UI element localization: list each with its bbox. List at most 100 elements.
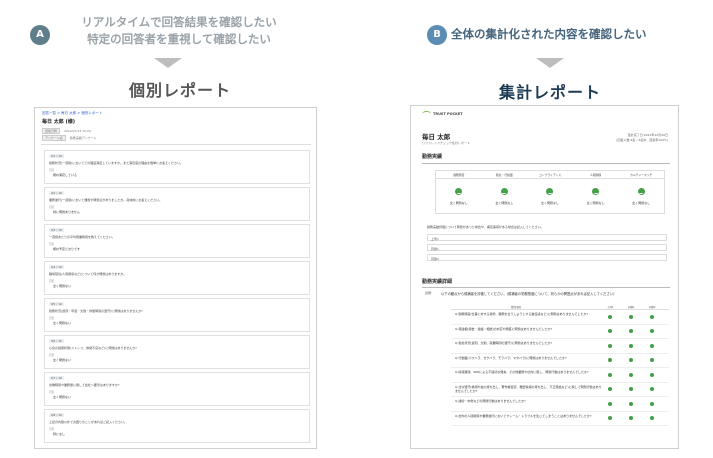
answer-text: 全く問題ない: [53, 321, 72, 325]
answer-label: 回答: [49, 428, 55, 431]
detail-question-text: Q.情報漏洩、SNSによる不適切な発言、その他業務や社内に関し、問題行動はありま…: [455, 370, 589, 374]
summary-value: 全く問題なし: [449, 201, 468, 205]
arrow-down-icon: [154, 58, 182, 68]
summary-value: 全く問題なし: [540, 201, 559, 205]
respondent-name: 毎日 太郎 (様): [42, 119, 76, 125]
question-card: Q5 / 10 勤務状況(遅刻・早退・欠勤・休憩時間の遵守)に問題はありませんか?…: [44, 298, 310, 332]
summary-header-cell: 人間関係: [589, 173, 602, 177]
question-number: Q6 / 10: [49, 339, 65, 343]
survey-name-tag: アンケート名: [42, 135, 66, 141]
ok-dot-icon: [629, 401, 633, 406]
respondent-label: 同僚1: [431, 246, 439, 251]
ok-dot-icon: [650, 358, 654, 362]
ok-dot-icon: [629, 329, 633, 333]
detail-row: Q.行動面(パワハラ、セクハラ、モラハラ、マタハラ)に問題はありませんでしたか?: [451, 354, 669, 368]
summary-value: 全く問題なし: [632, 201, 651, 205]
question-card: Q4 / 10 職場環境(人間関係など)について何か問題はありますか。 回答 全く問題…: [44, 261, 310, 295]
headline-a: リアルタイムで回答結果を確認したい 特定の回答者を重視して確認したい: [54, 14, 304, 48]
respondent-label: 同僚2: [431, 256, 439, 261]
divider: [422, 163, 670, 164]
ok-dot-icon: [629, 372, 633, 377]
detail-question-text: Q.報連相(報告・連絡・相談)の対応や頻度に問題はありませんでしたか?: [455, 326, 553, 331]
ok-dot-icon: [608, 358, 612, 362]
free-text-answer-box: 同僚2: [427, 254, 667, 261]
candidate-name: 毎日 太郎: [422, 133, 451, 141]
detail-question-text: Q.法令遵守(横領や金の持ち出し、著作権侵害、機密情報の持ち出し、不正受給など)…: [455, 384, 602, 393]
respondent-label: 上司1: [431, 236, 439, 241]
headline-b: 全体の集計化された内容を確認したい: [451, 27, 647, 41]
answer-label: 回答: [49, 391, 55, 394]
ok-dot-icon: [608, 372, 612, 377]
arrow-down-icon: [536, 58, 564, 68]
aggregate-report-panel: TRUST POCKET 毎日 太郎 リファレンスチェック集計レポート 集計完了…: [410, 105, 679, 449]
question-text: 労働時間や業務量に関して会社へ要望はありますか?: [49, 383, 120, 387]
answer-text: 概ね予定どおりです: [53, 247, 81, 251]
detail-table: 質問項目 上司1 同僚1 同僚2 Q.勤務態度(仕事に対する姿勢、職務を全うしよ…: [451, 303, 669, 426]
ok-dot-icon: [608, 314, 612, 319]
summary-header: 勤務態度 勤怠・行動面 コンプライアンス 人間関係 カルチャーマッチ: [436, 171, 664, 179]
question-number: Q4 / 10: [49, 265, 65, 269]
answer-text: 概ね満足している: [53, 173, 77, 177]
report-subtitle: リファレンスチェック集計レポート: [422, 141, 470, 145]
answer-label: 回答: [49, 317, 55, 320]
detail-table-header: 質問項目 上司1 同僚1 同僚2: [451, 303, 669, 310]
smile-icon: [500, 188, 508, 195]
answer-text: 全く問題ない: [53, 284, 72, 288]
summary-value: 全く問題なし: [586, 201, 605, 205]
col-colleague1: 同僚1: [628, 305, 635, 309]
individual-report-panel: 回答一覧 > 毎日 太郎 > 個別レポート 毎日 太郎 (様) 回答日時 202…: [34, 107, 317, 449]
badge-a: A: [30, 25, 50, 45]
response-count: (回答人数:4名 / 4名中、回答率100%): [616, 138, 668, 142]
summary-table: 勤務態度 勤怠・行動面 コンプライアンス 人間関係 カルチャーマッチ 全く問題なし 全く問…: [435, 170, 665, 214]
detail-question-text: Q.勤務態度(仕事に対する姿勢、職務を全うしようとする責任感など)に問題はありま…: [455, 312, 588, 316]
summary-cell: 全く問題なし: [573, 179, 619, 215]
answer-text: 特になし: [53, 432, 66, 436]
summary-header-cell: 勤怠・行動面: [495, 173, 513, 177]
free-text-answer-box: 上司1: [427, 234, 667, 241]
summary-header-cell: 勤務態度: [453, 173, 465, 177]
report-meta: 集計完了日:2022年12月26日 (回答人数:4名 / 4名中、回答率100%…: [616, 133, 668, 143]
ok-dot-icon: [629, 416, 633, 420]
ok-dot-icon: [608, 387, 612, 391]
detail-question-text: Q.誹謗・中傷などの問題行動はありませんでしたか?: [455, 399, 526, 403]
detail-question-text: Q.勤怠状況(遅刻、欠勤、就業時間の遵守)に問題はありませんでしたか?: [455, 341, 553, 345]
detail-row: Q.法令遵守(横領や金の持ち出し、著作権侵害、機密情報の持ち出し、不正受給など)…: [451, 383, 669, 397]
question-card: Q7 / 10 労働時間や業務量に関して会社へ要望はありますか? 回答 全く問題ない: [44, 372, 310, 406]
question-card: Q3 / 10 一週間あたりの平均残業時間を教えてください。 回答 概ね予定どおりです: [44, 224, 310, 258]
detail-row: Q.勤務態度(仕事に対する姿勢、職務を全うしようとする責任感など)に問題はありま…: [451, 310, 669, 325]
smile-icon: [637, 188, 645, 195]
col-colleague2: 同僚2: [649, 305, 656, 309]
section-work-detail: 勤務実績詳細: [422, 279, 453, 285]
question-number: Q5 / 10: [49, 302, 65, 306]
answer-text: 全く問題ない: [53, 358, 72, 362]
summary-cell: 全く問題なし: [482, 179, 528, 215]
ok-dot-icon: [650, 416, 654, 420]
logo: TRUST POCKET: [433, 112, 463, 116]
question-text: 一週間あたりの平均残業時間を教えてください。: [49, 235, 115, 239]
ok-dot-icon: [608, 329, 612, 333]
detail-question-text: Q.行動面(パワハラ、セクハラ、モラハラ、マタハラ)に問題はありませんでしたか?: [455, 355, 567, 360]
question-text: 勤務状況(一週間)においてどの程度満足していますか。また満足度の理由を簡単にお答…: [49, 161, 184, 165]
answer-date-value: 2022/07/13 10:20: [63, 129, 91, 133]
answer-date-row: 回答日時 2022/07/13 10:20: [42, 128, 91, 134]
summary-cell: 全く問題なし: [618, 179, 664, 215]
breadcrumb[interactable]: 回答一覧 > 毎日 太郎 > 個別レポート: [42, 111, 102, 116]
detail-question: 以下の観点から候補者を評価してください。(候補者の勤務態度について、何らかの問題…: [441, 292, 615, 296]
detail-question-text: Q.社内の人間関係や業務遂行においてクレーム・トラブルを生じてしまうことはありま…: [455, 413, 592, 418]
survey-name-row: アンケート名 勤務実績アンケート: [42, 135, 97, 141]
answer-label: 回答: [49, 206, 55, 209]
survey-name-value: 勤務実績アンケート: [69, 136, 97, 140]
divider: [41, 144, 311, 145]
ok-dot-icon: [608, 416, 612, 420]
ok-dot-icon: [650, 329, 654, 333]
summary-cell: 全く問題なし: [527, 179, 573, 215]
question-text: 上記の内容以外でお困りのことがあればご記入ください。: [49, 420, 128, 424]
ok-dot-icon: [650, 387, 654, 391]
question-number: Q2 / 10: [49, 191, 65, 195]
question-number: Q3 / 10: [49, 228, 65, 232]
detail-row: Q.社内の人間関係や業務遂行においてクレーム・トラブルを生じてしまうことはありま…: [451, 412, 669, 426]
divider: [422, 287, 670, 288]
answer-label: 回答: [49, 169, 55, 172]
ok-dot-icon: [650, 372, 654, 377]
title-individual-report: 個別レポート: [128, 81, 231, 100]
